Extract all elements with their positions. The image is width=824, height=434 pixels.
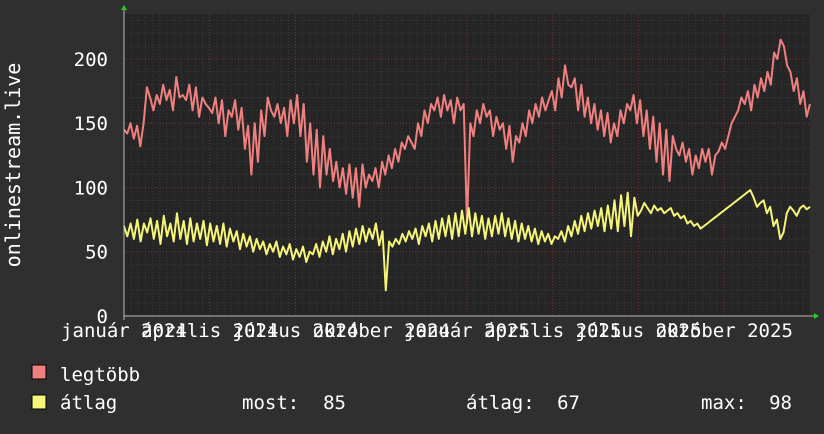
legend-swatch-atlag bbox=[31, 394, 47, 410]
y-tick-label: 200 bbox=[74, 49, 108, 71]
chart-svg: 050100150200 január 2024április 2024júli… bbox=[0, 0, 824, 430]
stat-now-label: most: bbox=[242, 392, 299, 414]
x-tick-labels: január 2024április 2024július 2024októbe… bbox=[61, 320, 793, 342]
stat-now-value: 85 bbox=[323, 392, 346, 414]
stat-max-label: max: bbox=[701, 392, 747, 414]
x-tick-label: október 2025 bbox=[656, 320, 793, 342]
y-axis-label: onlinestream.live bbox=[1, 63, 25, 268]
legend-swatch-legtobb bbox=[31, 364, 47, 380]
chart: 0 50 100 150 200 január 2024 április 2024 júli… bbox=[0, 0, 824, 430]
legend-label-legtobb: legtöbb bbox=[60, 364, 140, 386]
legend-label-atlag: átlag bbox=[60, 392, 117, 414]
stat-avg-label: átlag: bbox=[466, 392, 535, 414]
stat-max-value: 98 bbox=[769, 392, 792, 414]
stat-avg-value: 67 bbox=[557, 392, 580, 414]
y-tick-label: 50 bbox=[85, 242, 108, 264]
y-tick-label: 100 bbox=[74, 177, 108, 199]
y-tick-label: 150 bbox=[74, 113, 108, 135]
